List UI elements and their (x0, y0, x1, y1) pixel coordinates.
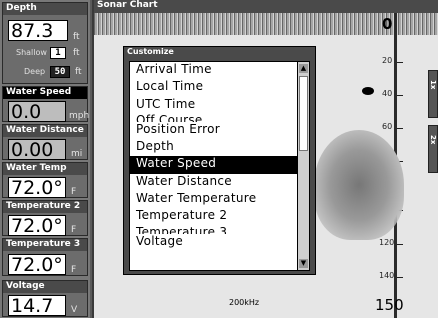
customize-title: Customize (127, 47, 174, 56)
list-item[interactable]: Water Temperature (130, 191, 298, 208)
depth-scale-label: 40 (382, 89, 393, 98)
depth-panel[interactable]: Depth 87.3 ft Shallow 1 ft Deep 50 ft (2, 2, 88, 84)
water-speed-panel[interactable]: Water Speed 0.0 mph (2, 86, 90, 122)
depth-scale-label: 140 (379, 271, 395, 280)
list-item[interactable]: UTC Time (130, 97, 298, 114)
list-item[interactable]: Depth (130, 139, 298, 156)
voltage-unit: V (71, 305, 78, 315)
water-distance-value: 0.00 (8, 139, 66, 160)
temperature3-panel[interactable]: Temperature 3 72.0° F (2, 238, 88, 276)
temperature2-value: 72.0° (8, 215, 66, 236)
fish-arch (362, 87, 374, 95)
water-distance-panel[interactable]: Water Distance 0.00 mi (2, 124, 88, 160)
voltage-panel[interactable]: Voltage 14.7 V (2, 280, 88, 317)
water-speed-title: Water Speed (3, 87, 87, 99)
list-item[interactable]: Off Course (130, 114, 298, 122)
depth-tick (397, 95, 403, 96)
list-item[interactable]: Temperature 2 (130, 208, 298, 225)
deep-label: Deep (24, 67, 46, 76)
temperature3-unit: F (71, 265, 77, 275)
water-distance-title: Water Distance (3, 125, 87, 137)
list-item[interactable]: Water Distance (130, 174, 298, 191)
deep-unit: ft (75, 67, 82, 77)
temperature3-value: 72.0° (8, 254, 66, 275)
customize-list[interactable]: Arrival Time Local Time UTC Time Off Cou… (129, 61, 310, 271)
zoom-bar[interactable] (428, 125, 438, 173)
temperature2-panel[interactable]: Temperature 2 72.0° F (2, 200, 88, 236)
depth-scale-label: 60 (382, 122, 393, 131)
voltage-value: 14.7 (8, 295, 66, 316)
water-distance-unit: mi (71, 149, 83, 159)
customize-items: Arrival Time Local Time UTC Time Off Cou… (130, 62, 298, 251)
depth-tick (397, 244, 403, 245)
sonar-chart-title: Sonar Chart (94, 0, 438, 13)
depth-unit: ft (73, 32, 80, 42)
voltage-title: Voltage (3, 281, 87, 293)
scroll-down-icon[interactable]: ▼ (299, 259, 308, 268)
customize-scrollbar[interactable]: ▲ ▼ (297, 62, 309, 270)
depth-value: 87.3 (8, 20, 68, 41)
temperature2-title: Temperature 2 (3, 201, 87, 213)
top-depth-label: 0 (382, 15, 393, 33)
water-temp-title: Water Temp (3, 163, 87, 175)
temperature3-title: Temperature 3 (3, 239, 87, 251)
water-temp-unit: F (71, 187, 77, 197)
list-item[interactable]: Local Time (130, 79, 298, 96)
water-temp-panel[interactable]: Water Temp 72.0° F (2, 162, 88, 198)
depth-scale-label: 20 (382, 56, 393, 65)
depth-tick (397, 277, 403, 278)
depth-scale-label: 120 (379, 238, 395, 247)
shallow-alarm-value[interactable]: 1 (50, 47, 66, 59)
zoom-label: 2x (429, 135, 437, 145)
scroll-thumb[interactable] (299, 76, 308, 151)
list-item[interactable]: Arrival Time (130, 62, 298, 79)
deep-alarm-value[interactable]: 50 (50, 66, 70, 78)
scroll-up-icon[interactable]: ▲ (299, 64, 308, 73)
bottom-depth-label: 150 (375, 296, 404, 314)
shallow-unit: ft (73, 48, 80, 58)
depth-panel-title: Depth (3, 3, 87, 15)
customize-dialog[interactable]: Customize Arrival Time Local Time UTC Ti… (123, 46, 316, 275)
frequency-label: 200kHz (229, 298, 260, 307)
list-item[interactable]: Temperature 3 (130, 226, 298, 234)
list-item[interactable]: Water Speed (130, 156, 298, 174)
water-temp-value: 72.0° (8, 177, 66, 198)
water-speed-value: 0.0 (8, 101, 66, 122)
water-speed-unit: mph (69, 111, 90, 121)
depth-tick (397, 62, 403, 63)
zoom-label: 1x (429, 80, 437, 90)
temperature2-unit: F (71, 225, 77, 235)
shallow-label: Shallow (16, 48, 47, 57)
zoom-bar[interactable] (428, 70, 438, 118)
list-item[interactable]: Position Error (130, 122, 298, 139)
instrument-column: Depth 87.3 ft Shallow 1 ft Deep 50 ft Wa… (0, 0, 90, 318)
list-item[interactable]: Voltage (130, 234, 298, 251)
structure-return (314, 130, 404, 240)
depth-tick (397, 128, 403, 129)
